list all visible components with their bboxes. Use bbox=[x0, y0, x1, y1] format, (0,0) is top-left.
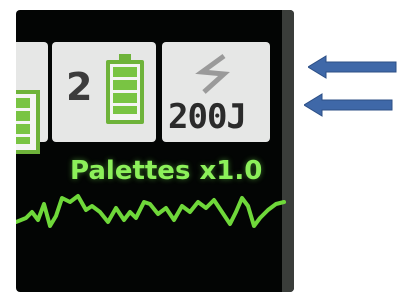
arrow-left-icon bbox=[304, 93, 393, 117]
defibrillator-screen: 2 200J Palettes x1.0 bbox=[16, 10, 294, 292]
energy-tile: 200J bbox=[162, 42, 270, 142]
photo-stage: 2 200J Palettes x1.0 bbox=[0, 0, 408, 294]
lightning-bolt-icon bbox=[195, 53, 230, 94]
battery-2-tile: 2 bbox=[52, 42, 156, 142]
battery-full-icon bbox=[16, 90, 40, 154]
energy-value: 200J bbox=[168, 97, 247, 137]
ecg-waveform bbox=[16, 194, 286, 228]
arrow-left-icon bbox=[308, 55, 397, 79]
battery-1-tile bbox=[16, 42, 48, 154]
battery-full-icon bbox=[106, 54, 144, 124]
battery-2-label: 2 bbox=[66, 65, 93, 109]
